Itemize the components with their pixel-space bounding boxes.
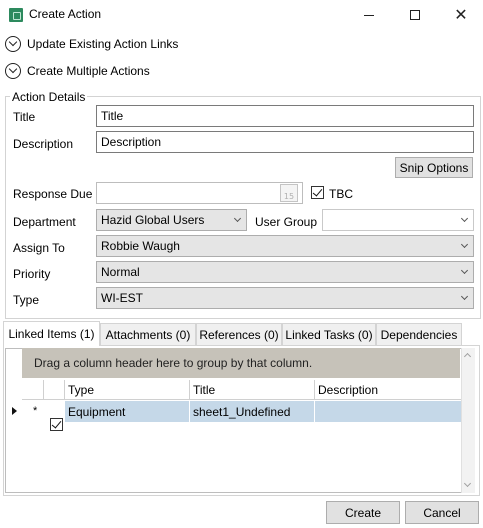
title-label: Title [13, 110, 36, 124]
cancel-button[interactable]: Cancel [405, 501, 479, 524]
scroll-down-icon[interactable] [463, 479, 472, 488]
tab-dependencies[interactable]: Dependencies [376, 323, 462, 345]
column-header-title[interactable]: Title [190, 380, 315, 400]
window-title: Create Action [29, 7, 102, 21]
tab-linked-tasks[interactable]: Linked Tasks (0) [282, 323, 376, 345]
priority-selected-value: Normal [101, 265, 140, 279]
column-header-description[interactable]: Description [315, 380, 461, 400]
calendar-icon[interactable]: 15 [280, 184, 298, 202]
cell-type[interactable]: Equipment [65, 401, 190, 422]
cell-description[interactable] [315, 401, 461, 422]
chevron-down-icon [460, 292, 469, 301]
description-input[interactable]: Description [96, 131, 474, 153]
action-details-group [5, 96, 481, 319]
maximize-icon [410, 10, 420, 20]
type-select[interactable]: WI-EST [96, 287, 474, 309]
department-select[interactable]: Hazid Global Users [96, 209, 247, 231]
chevron-down-circle-icon [5, 36, 21, 52]
chevron-down-icon [460, 240, 469, 249]
maximize-button[interactable] [392, 0, 438, 30]
chevron-down-icon [460, 214, 469, 223]
update-existing-action-links-expander[interactable]: Update Existing Action Links [5, 34, 178, 54]
tab-references[interactable]: References (0) [196, 323, 282, 345]
tab-attachments[interactable]: Attachments (0) [100, 323, 196, 345]
vertical-scrollbar[interactable] [461, 348, 475, 493]
assign-to-label: Assign To [13, 241, 65, 255]
assign-to-select[interactable]: Robbie Waugh [96, 235, 474, 257]
expander-label: Update Existing Action Links [27, 37, 179, 51]
user-group-label: User Group [255, 215, 318, 229]
chevron-down-circle-icon [5, 63, 21, 79]
close-icon: ✕ [454, 5, 468, 24]
type-label: Type [13, 293, 40, 307]
minimize-icon [364, 14, 374, 16]
app-icon [9, 8, 23, 22]
response-due-label: Response Due [13, 187, 93, 201]
expander-label: Create Multiple Actions [27, 64, 150, 78]
row-checkbox[interactable] [50, 418, 63, 431]
row-marker: * [33, 405, 38, 417]
user-group-select[interactable] [322, 209, 474, 231]
chevron-down-icon [460, 266, 469, 275]
tab-linked-items[interactable]: Linked Items (1) [3, 321, 100, 346]
minimize-button[interactable] [346, 0, 392, 30]
action-details-legend: Action Details [10, 90, 88, 104]
cell-title[interactable]: sheet1_Undefined [190, 401, 315, 422]
scroll-up-icon[interactable] [463, 352, 472, 361]
response-due-date-input[interactable] [96, 182, 303, 204]
snip-options-button[interactable]: Snip Options [395, 157, 473, 178]
group-by-panel[interactable]: Drag a column header here to group by th… [22, 348, 460, 378]
description-label: Description [13, 137, 74, 151]
group-by-hint: Drag a column header here to group by th… [34, 356, 313, 370]
tbc-label: TBC [329, 187, 353, 201]
assign-to-selected-value: Robbie Waugh [101, 239, 180, 253]
chevron-down-icon [233, 214, 242, 223]
calendar-day-number: 15 [283, 192, 295, 201]
checkbox-column-header[interactable] [44, 380, 65, 400]
department-selected-value: Hazid Global Users [101, 213, 205, 227]
column-header-type[interactable]: Type [65, 380, 190, 400]
department-label: Department [13, 215, 76, 229]
priority-label: Priority [13, 267, 51, 281]
create-button[interactable]: Create [326, 501, 400, 524]
type-selected-value: WI-EST [101, 291, 143, 305]
tbc-checkbox[interactable] [311, 186, 324, 199]
priority-select[interactable]: Normal [96, 261, 474, 283]
row-indicator-header [22, 380, 44, 400]
create-multiple-actions-expander[interactable]: Create Multiple Actions [5, 61, 150, 81]
row-pointer-icon [12, 407, 17, 415]
close-button[interactable]: ✕ [438, 0, 483, 30]
title-input[interactable]: Title [96, 105, 474, 127]
